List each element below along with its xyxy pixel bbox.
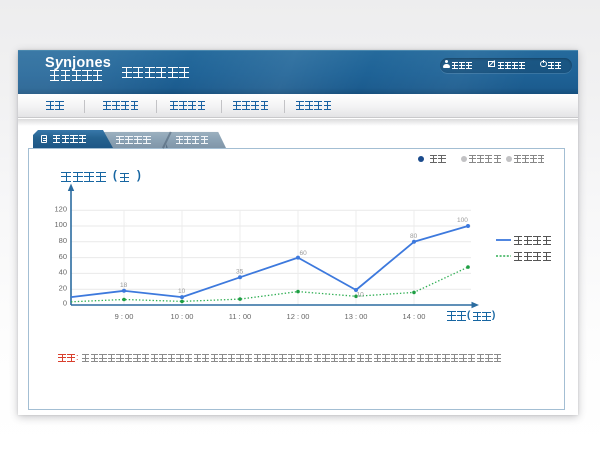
svg-text:35: 35	[236, 268, 244, 275]
svg-text:40: 40	[59, 268, 67, 277]
svg-text:120: 120	[54, 204, 67, 213]
svg-text:60: 60	[59, 252, 67, 261]
svg-text:12 : 00: 12 : 00	[287, 312, 310, 321]
svg-text:10: 10	[357, 292, 365, 299]
svg-text:80: 80	[410, 233, 418, 240]
svg-text:14 : 00: 14 : 00	[403, 312, 426, 321]
svg-text:60: 60	[300, 250, 308, 257]
svg-text:100: 100	[54, 220, 67, 229]
svg-text:11 : 00: 11 : 00	[229, 312, 251, 321]
svg-text:18: 18	[120, 282, 128, 289]
svg-text:10: 10	[178, 288, 186, 295]
svg-text:9 : 00: 9 : 00	[115, 312, 134, 321]
svg-text:10 : 00: 10 : 00	[171, 312, 194, 321]
svg-text:13 : 00: 13 : 00	[345, 312, 368, 321]
svg-text:100: 100	[457, 217, 468, 224]
svg-text:0: 0	[63, 299, 67, 308]
svg-text:80: 80	[59, 236, 67, 245]
svg-text:20: 20	[59, 283, 67, 292]
